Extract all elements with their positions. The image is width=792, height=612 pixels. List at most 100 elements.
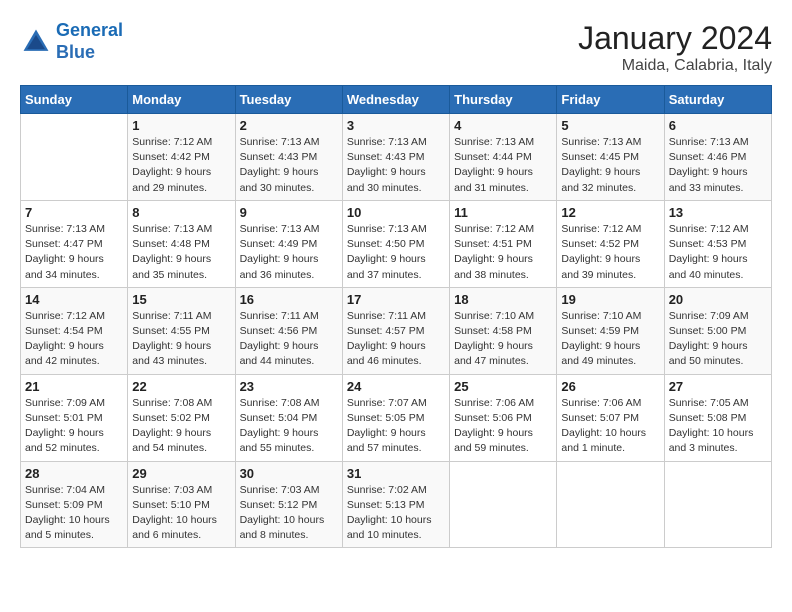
day-info: Sunrise: 7:09 AMSunset: 5:00 PMDaylight:…: [669, 309, 767, 370]
day-number: 6: [669, 118, 767, 133]
day-number: 30: [240, 466, 338, 481]
day-info: Sunrise: 7:03 AMSunset: 5:10 PMDaylight:…: [132, 483, 230, 544]
weekday-header-sunday: Sunday: [21, 86, 128, 114]
calendar-cell: 30 Sunrise: 7:03 AMSunset: 5:12 PMDayligh…: [235, 461, 342, 548]
day-number: 5: [561, 118, 659, 133]
day-number: 8: [132, 205, 230, 220]
day-info: Sunrise: 7:13 AMSunset: 4:45 PMDaylight:…: [561, 135, 659, 196]
day-info: Sunrise: 7:12 AMSunset: 4:53 PMDaylight:…: [669, 222, 767, 283]
location-subtitle: Maida, Calabria, Italy: [578, 57, 772, 75]
day-number: 11: [454, 205, 552, 220]
day-info: Sunrise: 7:13 AMSunset: 4:50 PMDaylight:…: [347, 222, 445, 283]
week-row-1: 1 Sunrise: 7:12 AMSunset: 4:42 PMDaylight…: [21, 114, 772, 201]
day-info: Sunrise: 7:07 AMSunset: 5:05 PMDaylight:…: [347, 396, 445, 457]
day-number: 21: [25, 379, 123, 394]
calendar-cell: 15Sunrise: 7:11 AMSunset: 4:55 PMDayligh…: [128, 287, 235, 374]
day-number: 12: [561, 205, 659, 220]
calendar-cell: 27 Sunrise: 7:05 AMSunset: 5:08 PMDayligh…: [664, 374, 771, 461]
day-info: Sunrise: 7:10 AMSunset: 4:59 PMDaylight:…: [561, 309, 659, 370]
week-row-4: 21 Sunrise: 7:09 AMSunset: 5:01 PMDayligh…: [21, 374, 772, 461]
weekday-header-saturday: Saturday: [664, 86, 771, 114]
day-info: Sunrise: 7:13 AMSunset: 4:46 PMDaylight:…: [669, 135, 767, 196]
day-number: 20: [669, 292, 767, 307]
day-number: 9: [240, 205, 338, 220]
day-number: 31: [347, 466, 445, 481]
day-info: Sunrise: 7:13 AMSunset: 4:43 PMDaylight:…: [347, 135, 445, 196]
calendar-cell: 21 Sunrise: 7:09 AMSunset: 5:01 PMDayligh…: [21, 374, 128, 461]
calendar-cell: 24 Sunrise: 7:07 AMSunset: 5:05 PMDayligh…: [342, 374, 449, 461]
day-number: 14: [25, 292, 123, 307]
weekday-header-tuesday: Tuesday: [235, 86, 342, 114]
day-number: 4: [454, 118, 552, 133]
title-block: January 2024 Maida, Calabria, Italy: [578, 20, 772, 75]
week-row-3: 14Sunrise: 7:12 AMSunset: 4:54 PMDayligh…: [21, 287, 772, 374]
day-info: Sunrise: 7:12 AMSunset: 4:52 PMDaylight:…: [561, 222, 659, 283]
day-number: 24: [347, 379, 445, 394]
week-row-5: 28 Sunrise: 7:04 AMSunset: 5:09 PMDayligh…: [21, 461, 772, 548]
calendar-cell: 9Sunrise: 7:13 AMSunset: 4:49 PMDaylight…: [235, 200, 342, 287]
calendar-cell: 11 Sunrise: 7:12 AMSunset: 4:51 PMDayligh…: [450, 200, 557, 287]
calendar-cell: 2Sunrise: 7:13 AMSunset: 4:43 PMDaylight…: [235, 114, 342, 201]
day-info: Sunrise: 7:09 AMSunset: 5:01 PMDaylight:…: [25, 396, 123, 457]
calendar-cell: [450, 461, 557, 548]
day-number: 3: [347, 118, 445, 133]
month-title: January 2024: [578, 20, 772, 57]
weekday-header-monday: Monday: [128, 86, 235, 114]
day-info: Sunrise: 7:11 AMSunset: 4:55 PMDaylight:…: [132, 309, 230, 370]
day-info: Sunrise: 7:03 AMSunset: 5:12 PMDaylight:…: [240, 483, 338, 544]
calendar-cell: 4 Sunrise: 7:13 AMSunset: 4:44 PMDaylight…: [450, 114, 557, 201]
day-number: 17: [347, 292, 445, 307]
calendar-cell: 16 Sunrise: 7:11 AMSunset: 4:56 PMDayligh…: [235, 287, 342, 374]
calendar-cell: [21, 114, 128, 201]
week-row-2: 7Sunrise: 7:13 AMSunset: 4:47 PMDaylight…: [21, 200, 772, 287]
calendar-cell: 5 Sunrise: 7:13 AMSunset: 4:45 PMDaylight…: [557, 114, 664, 201]
day-number: 29: [132, 466, 230, 481]
logo: General Blue: [20, 20, 123, 63]
calendar-cell: 26Sunrise: 7:06 AMSunset: 5:07 PMDayligh…: [557, 374, 664, 461]
day-number: 27: [669, 379, 767, 394]
calendar-cell: 6 Sunrise: 7:13 AMSunset: 4:46 PMDaylight…: [664, 114, 771, 201]
page-header: General Blue January 2024 Maida, Calabri…: [20, 20, 772, 75]
day-info: Sunrise: 7:06 AMSunset: 5:07 PMDaylight:…: [561, 396, 659, 457]
calendar-cell: 10Sunrise: 7:13 AMSunset: 4:50 PMDayligh…: [342, 200, 449, 287]
day-info: Sunrise: 7:08 AMSunset: 5:02 PMDaylight:…: [132, 396, 230, 457]
day-info: Sunrise: 7:04 AMSunset: 5:09 PMDaylight:…: [25, 483, 123, 544]
weekday-header-thursday: Thursday: [450, 86, 557, 114]
day-info: Sunrise: 7:11 AMSunset: 4:56 PMDaylight:…: [240, 309, 338, 370]
day-number: 25: [454, 379, 552, 394]
day-info: Sunrise: 7:06 AMSunset: 5:06 PMDaylight:…: [454, 396, 552, 457]
calendar-cell: [664, 461, 771, 548]
calendar-cell: 18 Sunrise: 7:10 AMSunset: 4:58 PMDayligh…: [450, 287, 557, 374]
day-number: 23: [240, 379, 338, 394]
calendar-cell: 1 Sunrise: 7:12 AMSunset: 4:42 PMDaylight…: [128, 114, 235, 201]
day-info: Sunrise: 7:13 AMSunset: 4:43 PMDaylight:…: [240, 135, 338, 196]
day-number: 16: [240, 292, 338, 307]
day-info: Sunrise: 7:13 AMSunset: 4:48 PMDaylight:…: [132, 222, 230, 283]
calendar-cell: 31Sunrise: 7:02 AMSunset: 5:13 PMDayligh…: [342, 461, 449, 548]
calendar-table: SundayMondayTuesdayWednesdayThursdayFrid…: [20, 85, 772, 548]
day-number: 1: [132, 118, 230, 133]
day-info: Sunrise: 7:08 AMSunset: 5:04 PMDaylight:…: [240, 396, 338, 457]
calendar-cell: 8 Sunrise: 7:13 AMSunset: 4:48 PMDaylight…: [128, 200, 235, 287]
logo-text: General Blue: [56, 20, 123, 63]
day-info: Sunrise: 7:11 AMSunset: 4:57 PMDaylight:…: [347, 309, 445, 370]
day-info: Sunrise: 7:12 AMSunset: 4:51 PMDaylight:…: [454, 222, 552, 283]
calendar-cell: 19Sunrise: 7:10 AMSunset: 4:59 PMDayligh…: [557, 287, 664, 374]
day-info: Sunrise: 7:10 AMSunset: 4:58 PMDaylight:…: [454, 309, 552, 370]
calendar-cell: 25 Sunrise: 7:06 AMSunset: 5:06 PMDayligh…: [450, 374, 557, 461]
calendar-cell: 14Sunrise: 7:12 AMSunset: 4:54 PMDayligh…: [21, 287, 128, 374]
logo-blue: Blue: [56, 42, 95, 62]
day-number: 22: [132, 379, 230, 394]
day-number: 28: [25, 466, 123, 481]
weekday-header-row: SundayMondayTuesdayWednesdayThursdayFrid…: [21, 86, 772, 114]
day-info: Sunrise: 7:05 AMSunset: 5:08 PMDaylight:…: [669, 396, 767, 457]
calendar-cell: 17 Sunrise: 7:11 AMSunset: 4:57 PMDayligh…: [342, 287, 449, 374]
day-info: Sunrise: 7:12 AMSunset: 4:42 PMDaylight:…: [132, 135, 230, 196]
day-number: 18: [454, 292, 552, 307]
calendar-cell: 20 Sunrise: 7:09 AMSunset: 5:00 PMDayligh…: [664, 287, 771, 374]
weekday-header-wednesday: Wednesday: [342, 86, 449, 114]
calendar-cell: 23 Sunrise: 7:08 AMSunset: 5:04 PMDayligh…: [235, 374, 342, 461]
calendar-cell: 12 Sunrise: 7:12 AMSunset: 4:52 PMDayligh…: [557, 200, 664, 287]
logo-general: General: [56, 20, 123, 40]
day-info: Sunrise: 7:13 AMSunset: 4:44 PMDaylight:…: [454, 135, 552, 196]
